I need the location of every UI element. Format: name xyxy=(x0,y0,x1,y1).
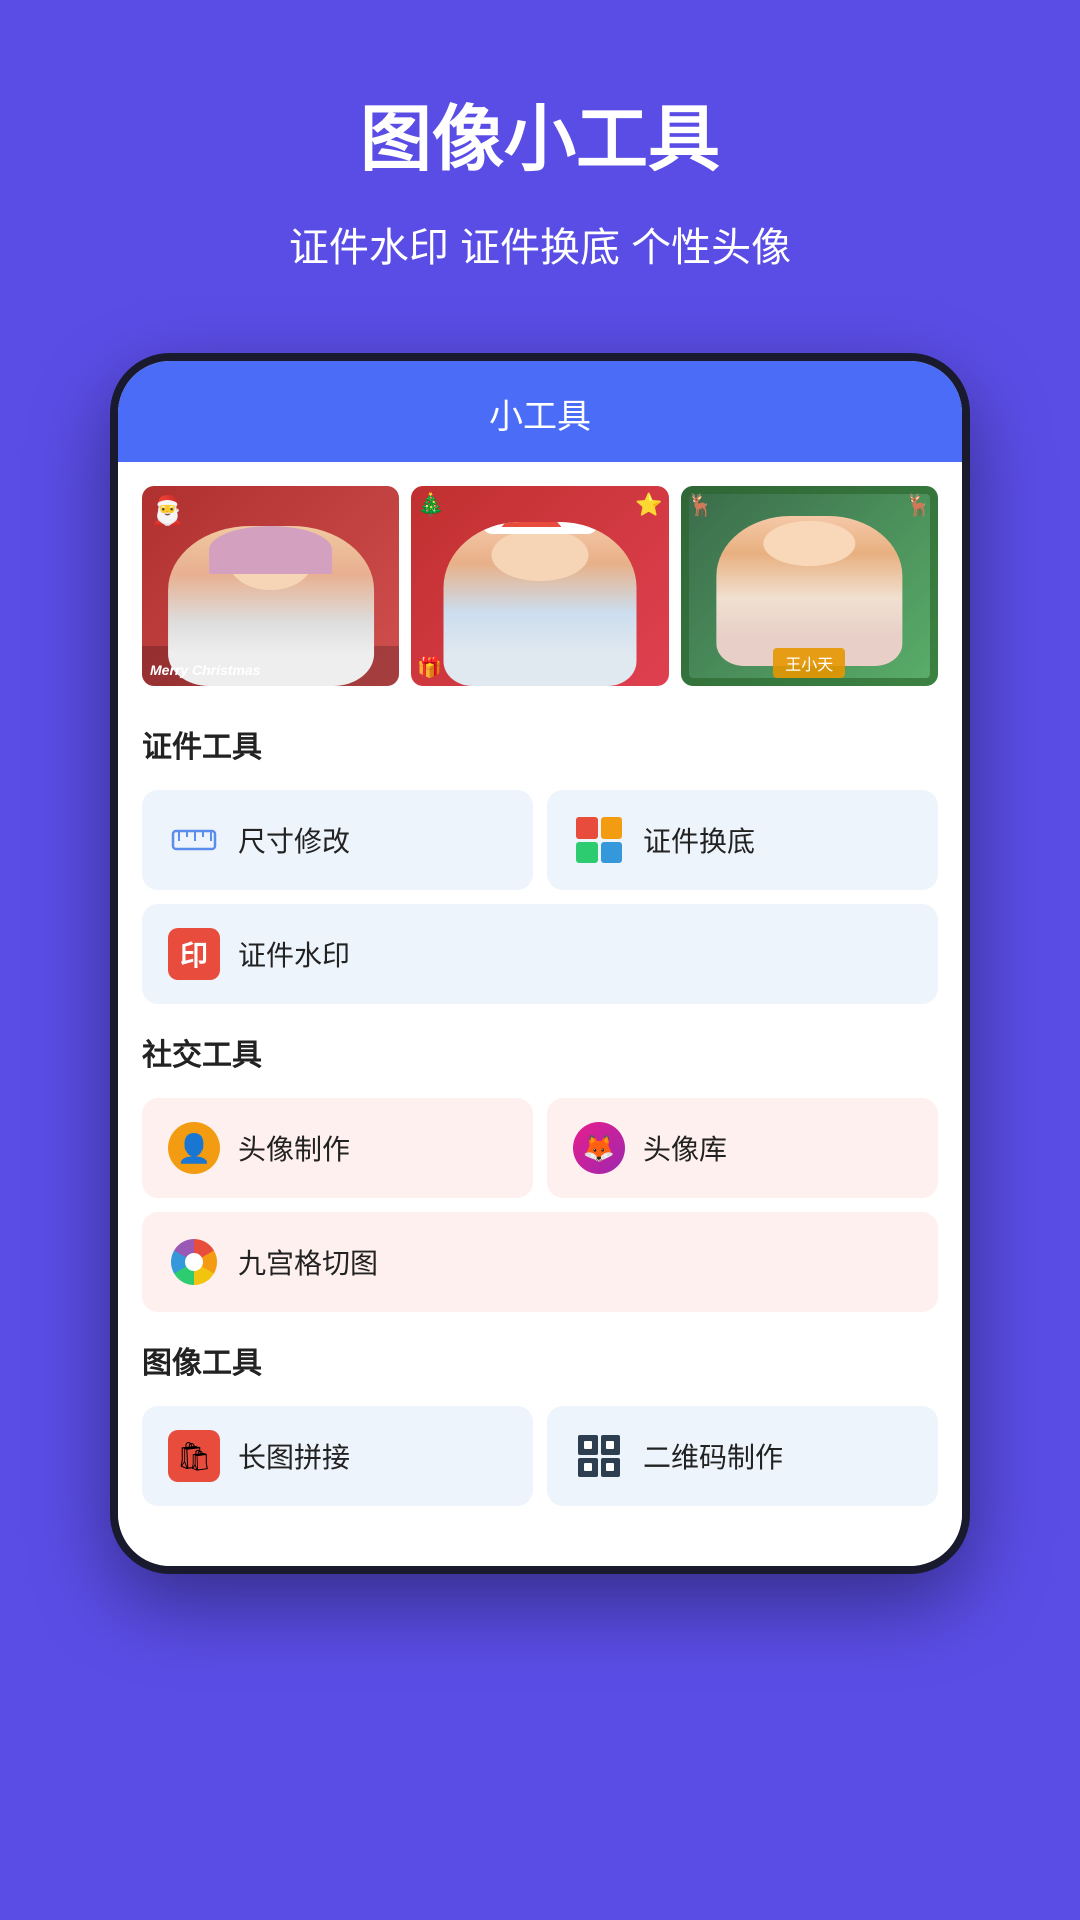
page-header: 图像小工具 证件水印 证件换底 个性头像 xyxy=(0,0,1080,313)
ps-blue xyxy=(601,842,623,864)
avatar-make-label: 头像制作 xyxy=(238,1128,350,1168)
section-id-tools: 证件工具 xyxy=(118,706,962,790)
stamp-icon: 印 xyxy=(166,926,222,982)
shutter-center xyxy=(185,1253,203,1271)
image-tools-row: 🛍 长图拼接 二维码制作 xyxy=(118,1406,962,1526)
banner-image-2[interactable]: 🎄 ⭐ 🎁 xyxy=(411,486,668,686)
tool-nine-grid[interactable]: 九宫格切图 xyxy=(142,1212,938,1312)
qr-sq-3 xyxy=(578,1458,598,1478)
bg-change-label: 证件换底 xyxy=(643,820,755,860)
social-tools-grid: 👤 头像制作 🦊 头像库 xyxy=(118,1098,962,1322)
qr-icon xyxy=(571,1428,627,1484)
avatar-circle: 👤 xyxy=(168,1122,220,1174)
shutter-circle xyxy=(171,1239,217,1285)
section-social-tools: 社交工具 xyxy=(118,1014,962,1098)
banner-image-3[interactable]: 🦌 🦌 王小天 xyxy=(681,486,938,686)
long-img-label: 长图拼接 xyxy=(238,1436,350,1476)
page-title: 图像小工具 xyxy=(40,80,1040,185)
qr-sq-4 xyxy=(601,1458,621,1478)
ruler-icon xyxy=(166,812,222,868)
palette-squares xyxy=(576,817,622,863)
section-title-social: 社交工具 xyxy=(142,1030,938,1074)
avatar-lib-label: 头像库 xyxy=(643,1128,727,1168)
section-image-tools: 图像工具 xyxy=(118,1322,962,1406)
tool-avatar-lib[interactable]: 🦊 头像库 xyxy=(547,1098,938,1198)
long-img-box: 🛍 xyxy=(168,1430,220,1482)
palette-icon xyxy=(571,812,627,868)
qr-code-label: 二维码制作 xyxy=(643,1436,783,1476)
stamp-box: 印 xyxy=(168,928,220,980)
avatar-make-icon: 👤 xyxy=(166,1120,222,1176)
page-subtitle: 证件水印 证件换底 个性头像 xyxy=(40,215,1040,273)
avatar-lib-icon: 🦊 xyxy=(571,1120,627,1176)
phone-inner: 小工具 🎅 Merry Christmas xyxy=(118,361,962,1566)
phone-content: 🎅 Merry Christmas 🎄 ⭐ xyxy=(118,462,962,1566)
banner-row: 🎅 Merry Christmas 🎄 ⭐ xyxy=(118,462,962,706)
tool-resize[interactable]: 尺寸修改 xyxy=(142,790,533,890)
ps-red xyxy=(576,817,598,839)
phone-header-title: 小工具 xyxy=(489,398,591,436)
nine-grid-label: 九宫格切图 xyxy=(238,1242,378,1282)
qr-grid xyxy=(578,1435,620,1477)
avatar-lib-circle: 🦊 xyxy=(573,1122,625,1174)
tool-avatar-make[interactable]: 👤 头像制作 xyxy=(142,1098,533,1198)
tool-long-img[interactable]: 🛍 长图拼接 xyxy=(142,1406,533,1506)
section-title-image: 图像工具 xyxy=(142,1338,938,1382)
ps-green xyxy=(576,842,598,864)
banner-image-1[interactable]: 🎅 Merry Christmas xyxy=(142,486,399,686)
tool-watermark[interactable]: 印 证件水印 xyxy=(142,904,938,1004)
phone-mockup: 小工具 🎅 Merry Christmas xyxy=(110,353,970,1574)
shutter-icon xyxy=(166,1234,222,1290)
long-img-icon: 🛍 xyxy=(166,1428,222,1484)
ps-orange xyxy=(601,817,623,839)
watermark-label: 证件水印 xyxy=(238,934,350,974)
qr-sq-1 xyxy=(578,1435,598,1455)
section-title-id: 证件工具 xyxy=(142,722,938,766)
merry-christmas-label: Merry Christmas xyxy=(150,662,261,678)
tool-bg-change[interactable]: 证件换底 xyxy=(547,790,938,890)
id-tools-grid: 尺寸修改 证件换底 xyxy=(118,790,962,1014)
resize-label: 尺寸修改 xyxy=(238,820,350,860)
phone-header: 小工具 xyxy=(118,361,962,462)
tool-qr-code[interactable]: 二维码制作 xyxy=(547,1406,938,1506)
name-badge: 王小天 xyxy=(773,648,845,678)
qr-sq-2 xyxy=(601,1435,621,1455)
